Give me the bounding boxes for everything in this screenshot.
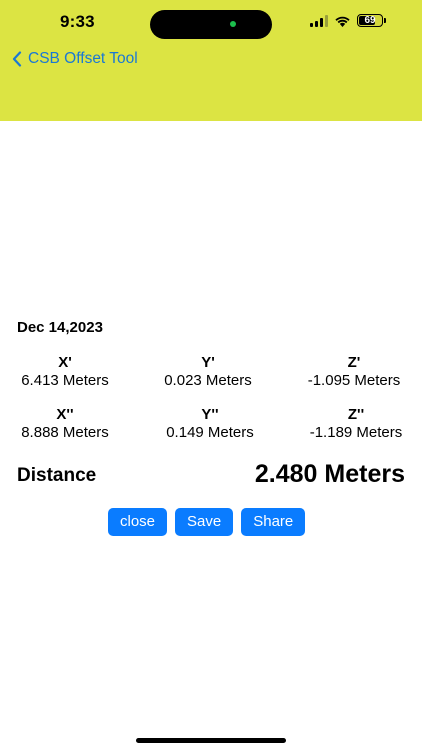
back-button-label: CSB Offset Tool (28, 50, 138, 67)
battery-tip (384, 18, 386, 23)
x-double-prime-cell: X'' 8.888 Meters (5, 406, 125, 442)
battery-level: 69 (364, 15, 376, 26)
x-double-prime-value: 8.888 Meters (21, 424, 109, 441)
z-double-prime-value: -1.189 Meters (309, 424, 403, 441)
wifi-icon (335, 16, 350, 27)
y-double-prime-cell: Y'' 0.149 Meters (150, 406, 270, 442)
home-indicator[interactable] (136, 738, 286, 743)
y-prime-label: Y' (201, 354, 215, 371)
x-prime-label: X' (58, 354, 72, 371)
z-prime-value: -1.095 Meters (307, 372, 401, 389)
x-double-prime-label: X'' (56, 406, 74, 423)
distance-label: Distance (17, 465, 97, 486)
y-double-prime-value: 0.149 Meters (166, 424, 254, 441)
y-prime-value: 0.023 Meters (164, 372, 252, 389)
z-prime-cell: Z' -1.095 Meters (292, 354, 416, 390)
close-button[interactable]: close (108, 508, 168, 536)
chevron-left-icon (12, 51, 22, 67)
navigation-header: 9:33 69 CSB Offset Tool (0, 0, 422, 121)
z-double-prime-label: Z'' (347, 406, 365, 423)
y-double-prime-label: Y'' (201, 406, 219, 423)
dynamic-island (150, 10, 272, 39)
battery-icon: 69 (357, 14, 383, 27)
status-time: 9:33 (60, 12, 95, 31)
action-buttons: close Save Share (108, 508, 306, 536)
save-button[interactable]: Save (175, 508, 234, 536)
cellular-signal-icon (310, 14, 328, 27)
status-indicators: 69 (310, 14, 386, 27)
z-double-prime-cell: Z'' -1.189 Meters (294, 406, 418, 442)
result-date: Dec 14,2023 (17, 319, 103, 336)
back-button[interactable]: CSB Offset Tool (12, 50, 138, 68)
x-prime-value: 6.413 Meters (21, 372, 109, 389)
camera-indicator-icon (230, 21, 236, 27)
x-prime-cell: X' 6.413 Meters (5, 354, 125, 390)
distance-value: 2.480 Meters (254, 460, 405, 488)
share-button[interactable]: Share (241, 508, 306, 536)
y-prime-cell: Y' 0.023 Meters (148, 354, 268, 390)
z-prime-label: Z' (347, 354, 361, 371)
